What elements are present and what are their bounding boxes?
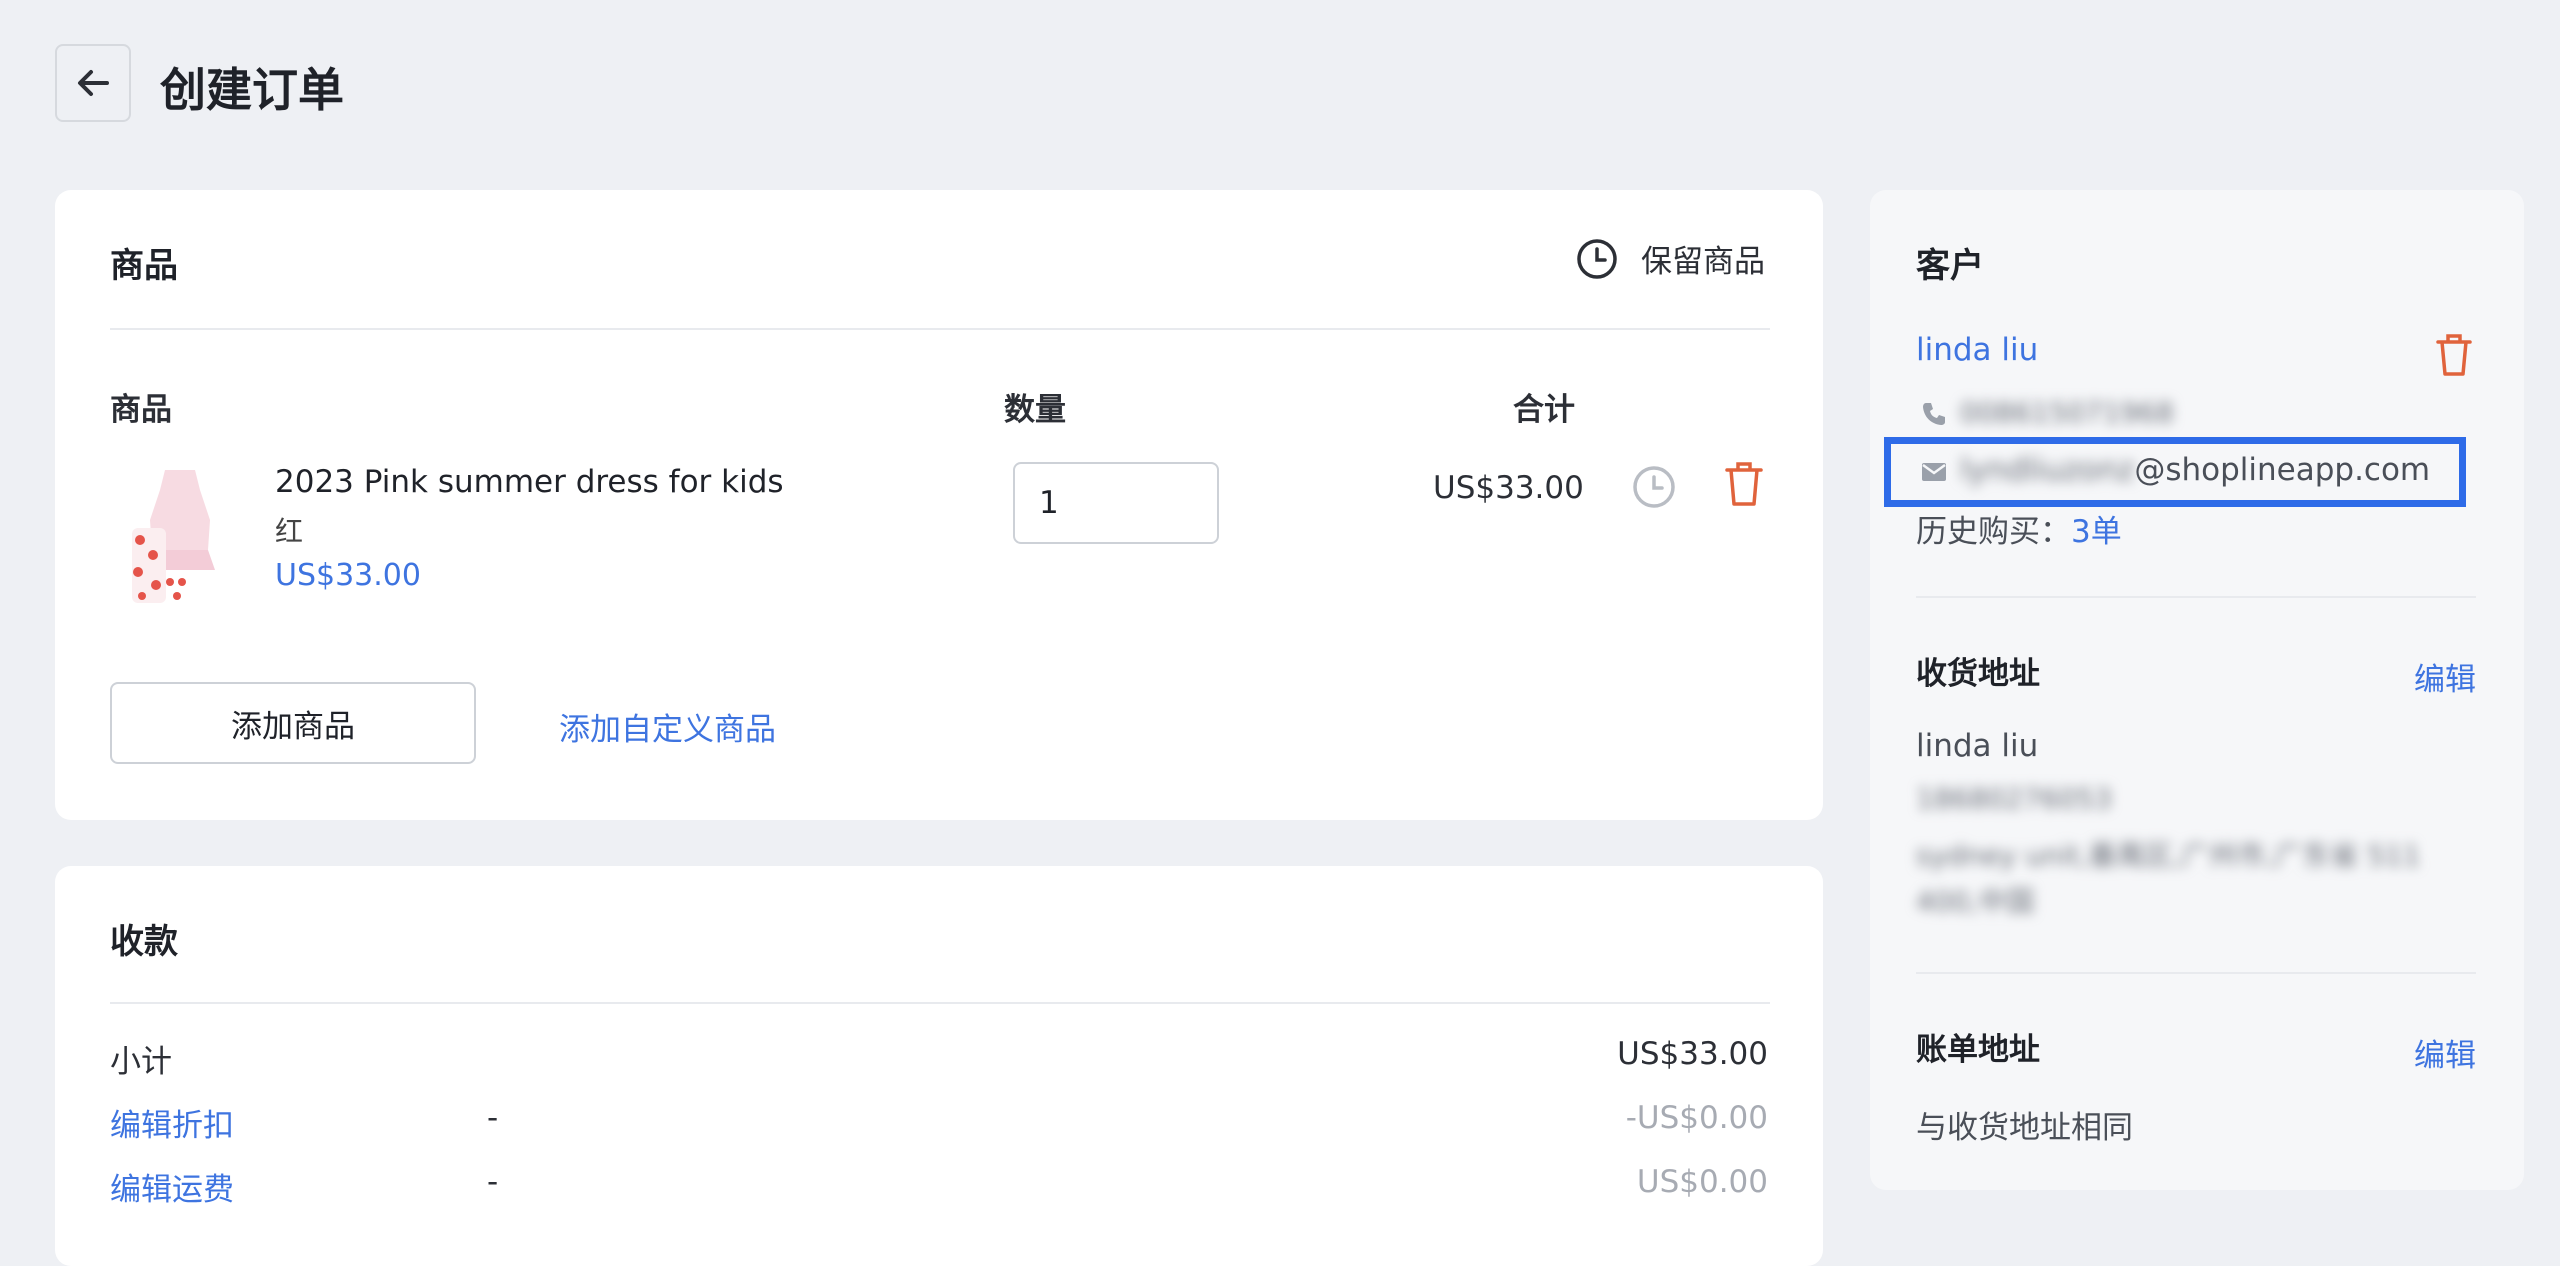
- edit-shipping-link[interactable]: 编辑运费: [110, 1164, 234, 1209]
- customer-divider-1: [1916, 596, 2476, 598]
- product-price[interactable]: US$33.00: [275, 558, 421, 593]
- discount-value: -US$0.00: [1625, 1100, 1768, 1136]
- payment-divider: [110, 1002, 1770, 1004]
- product-name: 2023 Pink summer dress for kids: [275, 464, 784, 500]
- order-history: 历史购买：3单: [1916, 506, 2122, 551]
- edit-billing-address-link[interactable]: 编辑: [2414, 1030, 2476, 1075]
- hold-products-button[interactable]: 保留商品: [1575, 236, 1765, 281]
- payment-card: 收款 小计 US$33.00 编辑折扣 - -US$0.00 编辑运费 - US…: [55, 866, 1823, 1266]
- arrow-left-icon: [78, 70, 109, 96]
- billing-same-as-shipping: 与收货地址相同: [1916, 1110, 2133, 1146]
- add-custom-product-link[interactable]: 添加自定义商品: [559, 704, 776, 749]
- payment-section-title: 收款: [110, 922, 178, 962]
- product-thumbnail: [132, 470, 215, 603]
- products-divider: [110, 328, 1770, 330]
- delete-item-trash-icon[interactable]: [1723, 460, 1765, 508]
- shipping-name: linda liu: [1916, 728, 2039, 764]
- shipping-value: US$0.00: [1636, 1164, 1768, 1200]
- product-variant: 红: [275, 515, 304, 548]
- add-product-button[interactable]: 添加商品: [110, 682, 476, 764]
- order-history-label: 历史购买：: [1916, 514, 2071, 550]
- order-history-count-link[interactable]: 3单: [2071, 514, 2122, 550]
- column-quantity: 数量: [1004, 392, 1066, 428]
- shipping-dash: -: [487, 1164, 499, 1200]
- hold-item-clock-icon[interactable]: [1631, 464, 1677, 510]
- hold-products-label: 保留商品: [1641, 244, 1765, 280]
- customer-card: 客户 linda liu 008615071968 lyndliuzonz @s…: [1870, 190, 2524, 1190]
- shipping-phone: 18680276053: [1916, 782, 2112, 815]
- shipping-address-line-2: 400,中国: [1916, 885, 2035, 918]
- products-card: 商品 保留商品 商品 数量 合计 2023 Pink summer dress …: [55, 190, 1823, 820]
- clock-icon: [1577, 238, 1617, 279]
- product-line-total: US$33.00: [1433, 470, 1584, 506]
- shipping-address-line-1: sydney unit,番禺区,广州市,广东省 511: [1916, 839, 2421, 872]
- customer-section-title: 客户: [1916, 246, 1984, 286]
- back-button[interactable]: [55, 44, 131, 122]
- email-highlight-box: [1884, 437, 2466, 507]
- remove-customer-trash-icon[interactable]: [2434, 332, 2474, 378]
- billing-address-title: 账单地址: [1916, 1032, 2040, 1068]
- customer-name-link[interactable]: linda liu: [1916, 332, 2038, 368]
- discount-dash: -: [487, 1100, 499, 1136]
- subtotal-label: 小计: [110, 1044, 172, 1080]
- products-section-title: 商品: [110, 246, 178, 286]
- quantity-input[interactable]: [1013, 462, 1219, 544]
- edit-discount-link[interactable]: 编辑折扣: [110, 1100, 234, 1145]
- column-product: 商品: [110, 392, 172, 428]
- phone-icon: [1923, 403, 1945, 425]
- page-title: 创建订单: [160, 63, 344, 117]
- column-total: 合计: [1513, 392, 1575, 428]
- edit-shipping-address-link[interactable]: 编辑: [2414, 654, 2476, 699]
- subtotal-value: US$33.00: [1617, 1036, 1768, 1072]
- customer-divider-2: [1916, 972, 2476, 974]
- shipping-address-title: 收货地址: [1916, 656, 2040, 692]
- customer-phone: 008615071968: [1960, 396, 2174, 429]
